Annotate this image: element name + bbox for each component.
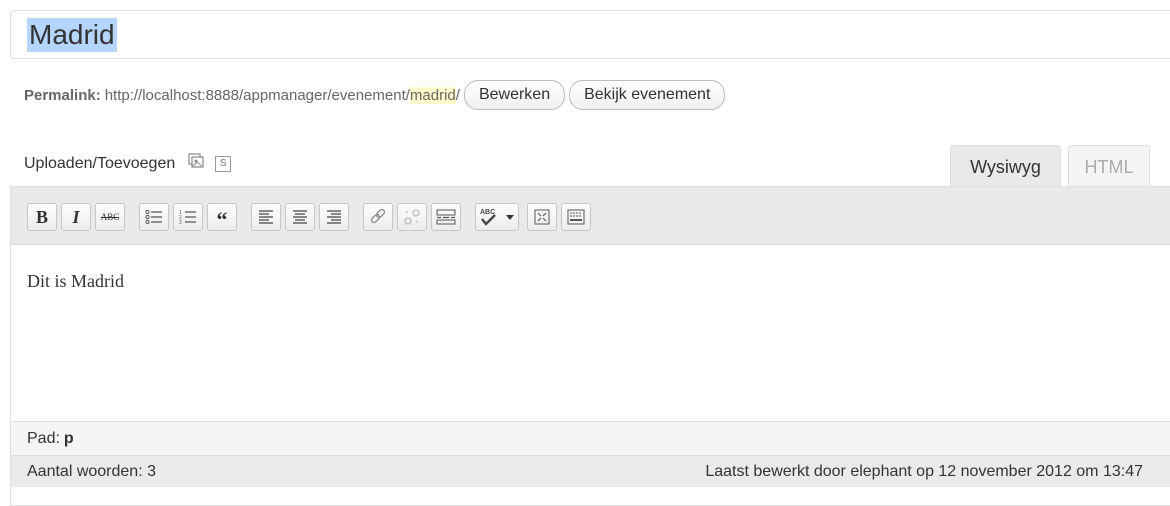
unlink-icon bbox=[404, 209, 420, 225]
align-left-icon bbox=[259, 210, 273, 224]
align-right-button[interactable] bbox=[319, 203, 349, 231]
editor: B I ABC 123 “ ABC Dit is Madrid Pad: p A… bbox=[10, 186, 1170, 506]
permalink-slug: madrid bbox=[409, 86, 456, 104]
fullscreen-button[interactable] bbox=[527, 203, 557, 231]
title-text: Madrid bbox=[27, 18, 117, 52]
numbered-list-icon: 123 bbox=[179, 210, 196, 225]
align-center-icon bbox=[293, 210, 307, 224]
more-tag-icon bbox=[436, 209, 456, 225]
unlink-button[interactable] bbox=[397, 203, 427, 231]
fullscreen-icon bbox=[534, 209, 550, 225]
italic-button[interactable]: I bbox=[61, 203, 91, 231]
kitchen-sink-button[interactable] bbox=[561, 203, 591, 231]
content-paragraph: Dit is Madrid bbox=[27, 271, 124, 291]
tab-html[interactable]: HTML bbox=[1068, 145, 1150, 187]
bullet-list-button[interactable] bbox=[139, 203, 169, 231]
bullet-list-icon bbox=[145, 209, 162, 225]
bold-button[interactable]: B bbox=[27, 203, 57, 231]
view-event-button[interactable]: Bekijk evenement bbox=[569, 80, 726, 110]
svg-text:3: 3 bbox=[179, 220, 182, 225]
kitchen-sink-icon bbox=[567, 209, 585, 225]
upload-row: Uploaden/Toevoegen S bbox=[24, 152, 232, 175]
insert-more-button[interactable] bbox=[431, 203, 461, 231]
strikethrough-button[interactable]: ABC bbox=[95, 203, 125, 231]
edit-permalink-button[interactable]: Bewerken bbox=[463, 80, 566, 110]
permalink-url-suffix: / bbox=[455, 86, 460, 104]
permalink-label: Permalink: bbox=[24, 86, 101, 104]
last-edited: Laatst bewerkt door elephant op 12 novem… bbox=[705, 463, 1143, 480]
align-left-button[interactable] bbox=[251, 203, 281, 231]
tab-wysiwyg[interactable]: Wysiwyg bbox=[950, 145, 1061, 187]
insert-link-button[interactable] bbox=[363, 203, 393, 231]
spellcheck-icon: ABC bbox=[480, 209, 514, 226]
add-s-icon[interactable]: S bbox=[215, 155, 232, 172]
path-bar: Pad: p bbox=[11, 421, 1170, 455]
spellcheck-button[interactable]: ABC bbox=[475, 203, 519, 231]
upload-label[interactable]: Uploaden/Toevoegen bbox=[24, 155, 175, 173]
link-icon bbox=[370, 208, 386, 224]
editor-content[interactable]: Dit is Madrid bbox=[11, 245, 1170, 421]
svg-text:ABC: ABC bbox=[480, 209, 495, 216]
status-bar: Aantal woorden: 3 Laatst bewerkt door el… bbox=[11, 455, 1170, 487]
permalink-url-prefix: http://localhost:8888/appmanager/eveneme… bbox=[104, 86, 410, 104]
word-count: Aantal woorden: 3 bbox=[27, 463, 156, 480]
numbered-list-button[interactable]: 123 bbox=[173, 203, 203, 231]
permalink-row: Permalink: http://localhost:8888/appmana… bbox=[24, 80, 726, 110]
blockquote-button[interactable]: “ bbox=[207, 203, 237, 231]
path-label: Pad: bbox=[27, 430, 60, 447]
align-right-icon bbox=[327, 210, 341, 224]
add-media-icon[interactable] bbox=[187, 152, 205, 175]
title-input[interactable]: Madrid bbox=[10, 10, 1170, 59]
path-element[interactable]: p bbox=[64, 430, 74, 447]
editor-toolbar: B I ABC 123 “ ABC bbox=[11, 187, 1170, 245]
align-center-button[interactable] bbox=[285, 203, 315, 231]
